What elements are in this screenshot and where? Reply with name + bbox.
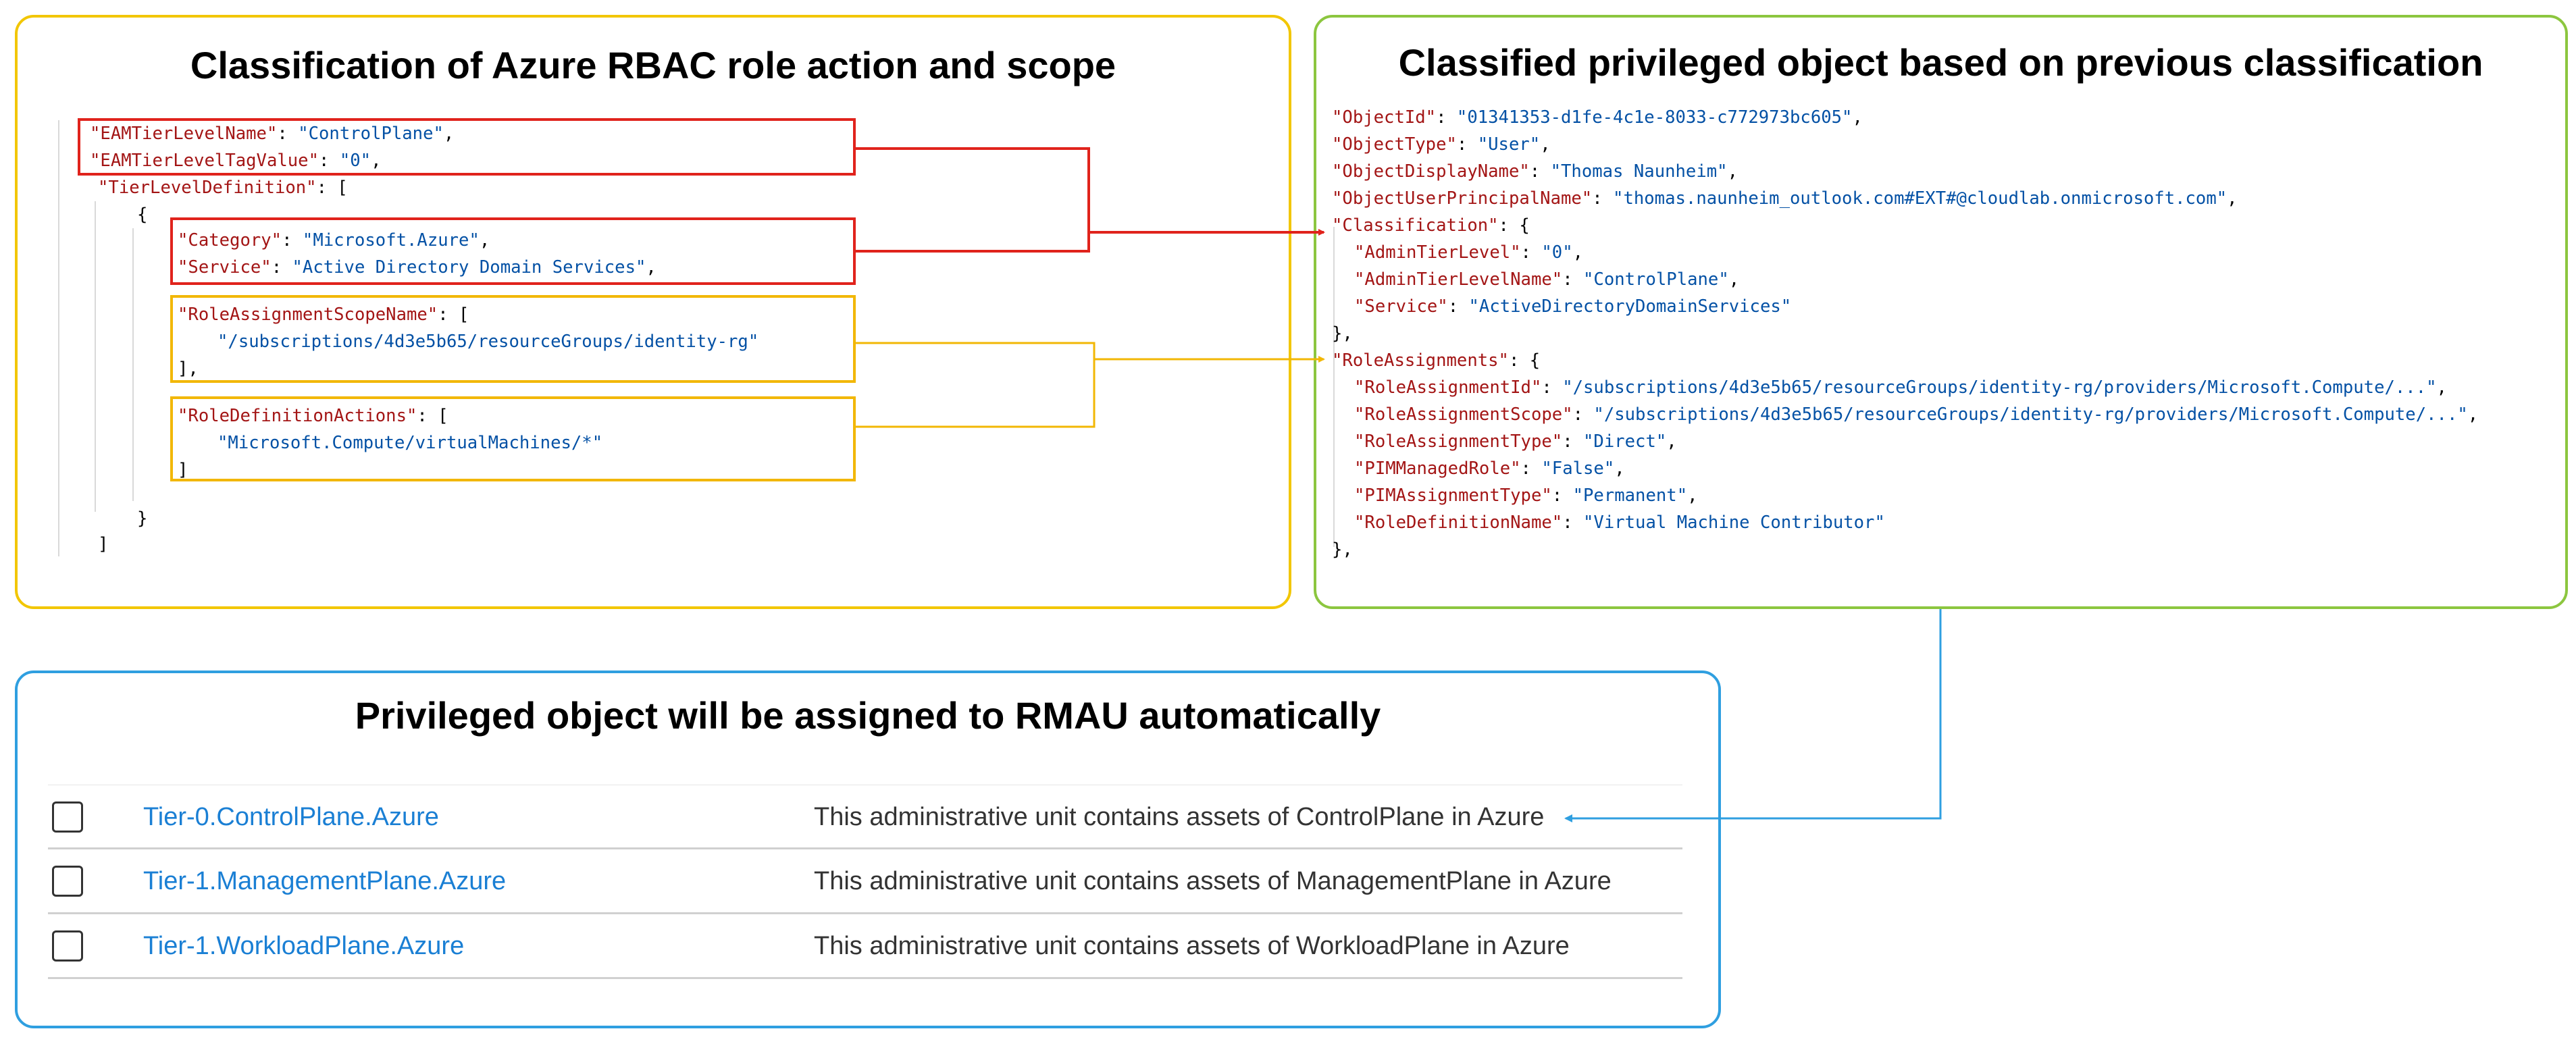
red-connector [856,147,1324,253]
blue-connector [1564,609,1942,822]
connector-arrows [856,147,1942,822]
yellow-connector [856,342,1324,428]
